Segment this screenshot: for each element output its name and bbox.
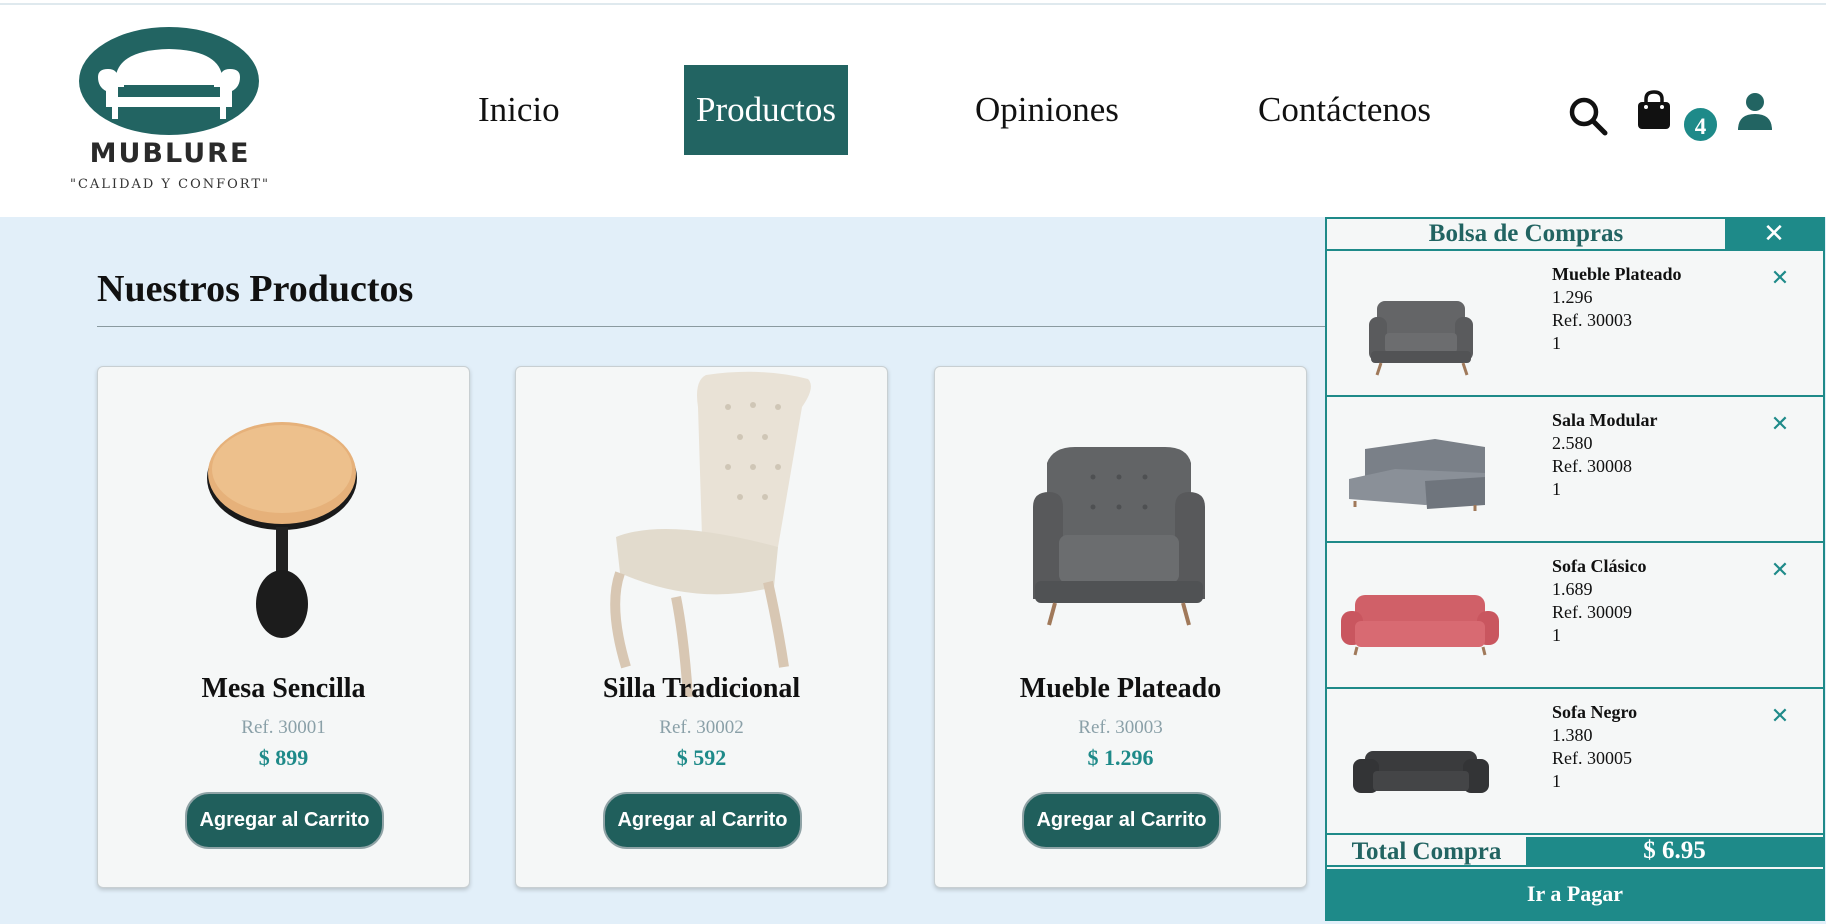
page-title: Nuestros Productos xyxy=(97,268,414,310)
cart-item: Sofa Clásico 1.689 Ref. 30009 1 ✕ xyxy=(1327,543,1823,689)
cart-item-image xyxy=(1349,439,1485,511)
cart-item-info: Sofa Clásico 1.689 Ref. 30009 1 xyxy=(1552,555,1647,647)
cart-item: Sofa Negro 1.380 Ref. 30005 1 ✕ xyxy=(1327,689,1823,835)
close-icon[interactable]: ✕ xyxy=(1725,219,1823,249)
cart-item-name: Sala Modular xyxy=(1552,410,1658,430)
cart-item-image xyxy=(1353,751,1489,793)
cart-header: Bolsa de Compras ✕ xyxy=(1327,219,1823,251)
brand-tagline: "CALIDAD Y CONFORT" xyxy=(69,177,271,192)
product-card: Mueble Plateado Ref. 30003 $ 1.296 Agreg… xyxy=(934,366,1307,888)
cart-total: Total Compra $ 6.95 xyxy=(1327,837,1823,867)
nav-item-opiniones[interactable]: Opiniones xyxy=(975,65,1119,155)
brand-logo[interactable]: MUBLURE "CALIDAD Y CONFORT" xyxy=(50,25,290,205)
cart-item-image xyxy=(1341,595,1499,656)
cart-item-info: Sala Modular 2.580 Ref. 30008 1 xyxy=(1552,409,1658,501)
cart-item-ref: Ref. 30008 xyxy=(1552,456,1632,476)
cart-item-qty: 1 xyxy=(1552,333,1561,353)
title-divider xyxy=(97,326,1327,327)
cart-item-price: 1.380 xyxy=(1552,725,1593,745)
product-image-mesa xyxy=(207,422,357,638)
product-card: Silla Tradicional Ref. 30002 $ 592 Agreg… xyxy=(515,366,888,888)
shopping-bag-icon[interactable] xyxy=(1637,90,1671,135)
product-price: $ 592 xyxy=(676,745,727,770)
total-label: Total Compra xyxy=(1351,838,1502,865)
cart-item-price: 1.689 xyxy=(1552,579,1593,599)
total-value: $ 6.95 xyxy=(1526,837,1823,865)
cart-item: Mueble Plateado 1.296 Ref. 30003 1 ✕ xyxy=(1327,251,1823,397)
cart-item-name: Sofa Clásico xyxy=(1552,556,1647,576)
product-price: $ 1.296 xyxy=(1087,745,1154,770)
cart-item-qty: 1 xyxy=(1552,625,1561,645)
product-ref: Ref. 30002 xyxy=(659,717,744,738)
cart-item-qty: 1 xyxy=(1552,479,1561,499)
product-name: Mueble Plateado xyxy=(1019,673,1222,704)
cart-item-price: 2.580 xyxy=(1552,433,1593,453)
brand-name: MUBLURE xyxy=(89,138,251,169)
cart-item-info: Sofa Negro 1.380 Ref. 30005 1 xyxy=(1552,701,1637,793)
cart-item: Sala Modular 2.580 Ref. 30008 1 ✕ xyxy=(1327,397,1823,543)
product-ref: Ref. 30003 xyxy=(1078,717,1163,738)
cart-item-ref: Ref. 30005 xyxy=(1552,748,1632,768)
product-image-silla xyxy=(610,371,811,697)
user-icon[interactable] xyxy=(1737,92,1773,137)
add-to-cart-button[interactable]: Agregar al Carrito xyxy=(603,792,802,849)
page: MUBLURE "CALIDAD Y CONFORT" Inicio Produ… xyxy=(0,0,1826,924)
cart-count-badge: 4 xyxy=(1682,106,1719,143)
product-image-mueble xyxy=(1033,447,1205,626)
cart-item-qty: 1 xyxy=(1552,771,1561,791)
cart-item-ref: Ref. 30009 xyxy=(1552,602,1632,622)
product-ref: Ref. 30001 xyxy=(241,717,326,738)
cart-item-info: Mueble Plateado 1.296 Ref. 30003 1 xyxy=(1552,263,1681,355)
product-name: Mesa Sencilla xyxy=(201,673,366,704)
cart-item-price: 1.296 xyxy=(1552,287,1593,307)
remove-item-icon[interactable]: ✕ xyxy=(1768,413,1792,437)
cart-item-ref: Ref. 30003 xyxy=(1552,310,1632,330)
cart-item-image xyxy=(1369,301,1473,376)
add-to-cart-button[interactable]: Agregar al Carrito xyxy=(185,792,384,849)
remove-item-icon[interactable]: ✕ xyxy=(1768,705,1792,729)
checkout-button[interactable]: Ir a Pagar xyxy=(1327,869,1823,919)
search-icon[interactable] xyxy=(1568,96,1608,141)
cart-item-name: Sofa Negro xyxy=(1552,702,1638,722)
remove-item-icon[interactable]: ✕ xyxy=(1768,267,1792,291)
sofa-logo-icon xyxy=(79,27,259,135)
nav-item-contactenos[interactable]: Contáctenos xyxy=(1258,65,1431,155)
nav-item-inicio[interactable]: Inicio xyxy=(478,65,560,155)
product-name: Silla Tradicional xyxy=(602,673,801,704)
product-card: Mesa Sencilla Ref. 30001 $ 899 Agregar a… xyxy=(97,366,470,888)
cart-item-name: Mueble Plateado xyxy=(1552,264,1682,284)
remove-item-icon[interactable]: ✕ xyxy=(1768,559,1792,583)
nav-item-productos[interactable]: Productos xyxy=(684,65,848,155)
site-header: MUBLURE "CALIDAD Y CONFORT" Inicio Produ… xyxy=(0,5,1826,217)
cart-title: Bolsa de Compras xyxy=(1428,220,1624,247)
product-price: $ 899 xyxy=(258,745,309,770)
shopping-cart-panel: Bolsa de Compras ✕ Mueble Plateado 1.296… xyxy=(1325,217,1825,921)
add-to-cart-button[interactable]: Agregar al Carrito xyxy=(1022,792,1221,849)
